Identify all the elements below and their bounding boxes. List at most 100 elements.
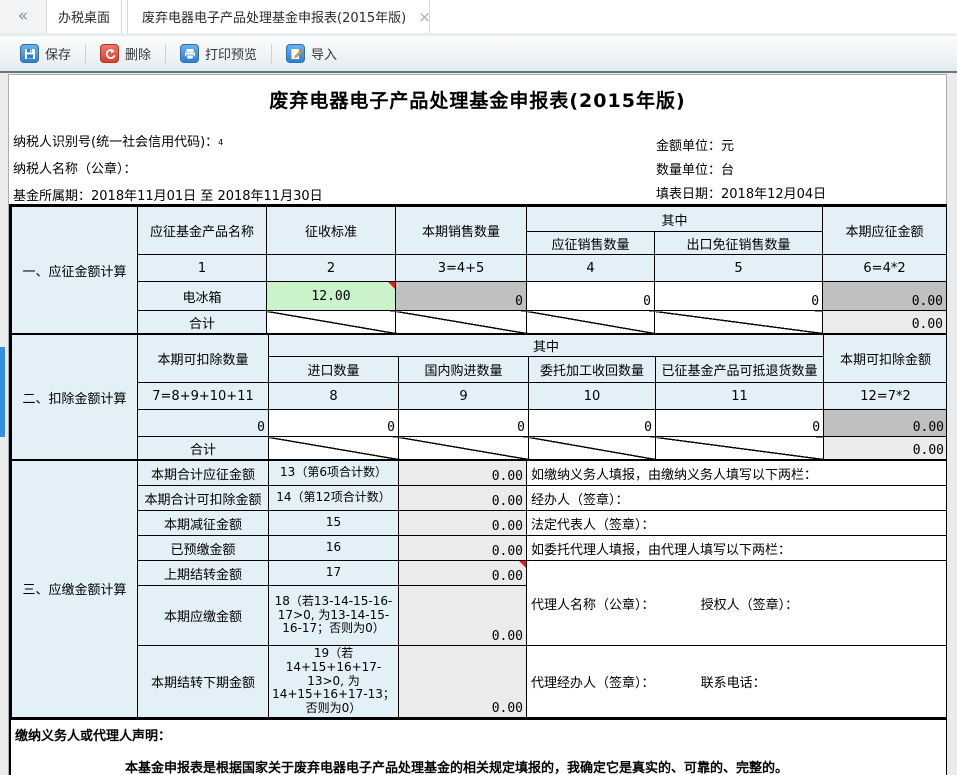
payer-fill-hint: 如缴纳义务人填报，由缴纳义务人填写以下两栏： <box>527 461 947 486</box>
authorizer-signature-label: 授权人（签章）： <box>701 594 799 613</box>
row-value-cell: 0.00 <box>399 461 527 486</box>
col-header-taxable-sales-qty: 应征销售数量 <box>527 232 655 255</box>
blocked-cell <box>656 437 824 460</box>
units-info: 金额单位：元 数量单位：台 填表日期：2018年12月04日 <box>656 135 826 207</box>
commission-recovered-qty-input[interactable]: 0 <box>529 410 656 437</box>
row-label: 本期减征金额 <box>138 511 269 536</box>
row-value-cell: 0.00 <box>399 561 527 586</box>
tab-tax-desktop[interactable]: 办税桌面 <box>46 0 122 33</box>
import-button[interactable]: 导入 <box>278 40 345 67</box>
taxpayer-info: 纳税人识别号(统一社会信用代码)：4 纳税人名称（公章）： 基金所属期：2018… <box>13 129 323 210</box>
row-formula: 16 <box>269 536 399 561</box>
fill-date-label: 填表日期： <box>656 187 721 202</box>
agent-handler-signature-label: 代理经办人（签章）： <box>531 676 655 691</box>
col-header-returned-goods-qty: 已征基金产品可抵退货数量 <box>656 357 824 383</box>
returned-goods-qty-input[interactable]: 0 <box>656 410 824 437</box>
import-qty-input[interactable]: 0 <box>269 410 399 437</box>
taxpayer-id-line: 纳税人识别号(统一社会信用代码)：4 <box>13 129 323 156</box>
col-number: 9 <box>399 383 529 410</box>
col-number: 10 <box>529 383 656 410</box>
row-label: 本期应缴金额 <box>138 586 269 646</box>
col-number: 4 <box>527 255 655 282</box>
quantity-unit-line: 数量单位：台 <box>656 159 826 183</box>
col-number: 6=4*2 <box>823 255 947 282</box>
deductible-amount-cell: 0.00 <box>824 410 948 437</box>
printer-icon <box>180 44 199 63</box>
section3-group-label: 三、应缴金额计算 <box>12 461 138 718</box>
agent-handler-cell: 代理经办人（签章）： 联系电话： <box>527 646 947 718</box>
close-tab-icon[interactable]: × <box>418 8 431 26</box>
col-header-deductible-amount: 本期可扣除金额 <box>824 335 948 383</box>
blocked-cell <box>399 437 529 460</box>
domestic-purchase-qty-input[interactable]: 0 <box>399 410 529 437</box>
row-formula: 18（若13-14-15-16-17>0, 为13-14-15-16-17；否则… <box>269 586 399 646</box>
handler-signature-label: 经办人（签章）： <box>527 486 947 511</box>
col-header-import-qty: 进口数量 <box>269 357 399 383</box>
deductible-qty-cell: 0 <box>138 410 269 437</box>
amount-unit-line: 金额单位：元 <box>656 135 826 159</box>
blocked-cell <box>529 437 656 460</box>
row-label: 本期合计可扣除金额 <box>138 486 269 511</box>
tab-fund-declaration-form[interactable]: 废弃电器电子产品处理基金申报表(2015年版) × <box>127 0 430 33</box>
blocked-cell <box>267 311 396 334</box>
row-value: 0.00 <box>492 569 523 584</box>
col-header-among-which: 其中 <box>527 207 823 232</box>
row-label: 上期结转金额 <box>138 561 269 586</box>
col-header-taxable-amount: 本期应征金额 <box>823 207 947 255</box>
col-number: 3=4+5 <box>396 255 527 282</box>
collapse-tabs-button[interactable]: « <box>0 0 46 33</box>
section1-taxable-amount: 一、应征金额计算 应征基金产品名称 征收标准 本期销售数量 其中 本期应征金额 … <box>11 206 947 334</box>
save-button[interactable]: 保存 <box>12 40 79 67</box>
col-header-commission-recovered-qty: 委托加工收回数量 <box>529 357 656 383</box>
total-deductible-amount-cell: 0.00 <box>824 437 948 460</box>
taxpayer-id-value: 4 <box>218 138 223 147</box>
taxpayer-name-line: 纳税人名称（公章）： <box>13 156 323 183</box>
fund-period-label: 基金所属期： <box>13 189 91 204</box>
declaration-heading: 缴纳义务人或代理人声明： <box>15 725 942 744</box>
blocked-cell <box>527 311 655 334</box>
row-formula: 19（若14+15+16+17-13>0, 为14+15+16+17-13；否则… <box>269 646 399 718</box>
section1-group-label: 一、应征金额计算 <box>12 207 138 334</box>
agent-name-label: 代理人名称（公章）： <box>531 598 655 613</box>
left-scroll-indicator[interactable] <box>0 347 5 437</box>
col-header-among-which: 其中 <box>269 335 824 357</box>
quantity-unit-label: 数量单位： <box>656 163 721 178</box>
col-number: 12=7*2 <box>824 383 948 410</box>
row-formula: 13（第6项合计数） <box>269 461 399 486</box>
declaration-table: 一、应征金额计算 应征基金产品名称 征收标准 本期销售数量 其中 本期应征金额 … <box>9 204 948 775</box>
legal-representative-signature-label: 法定代表人（签章）： <box>527 511 947 536</box>
taxpayer-name-label: 纳税人名称（公章）： <box>13 162 137 177</box>
delete-button[interactable]: 删除 <box>92 40 159 67</box>
col-number: 8 <box>269 383 399 410</box>
row-formula: 17 <box>269 561 399 586</box>
col-number: 7=8+9+10+11 <box>138 383 269 410</box>
print-preview-button[interactable]: 打印预览 <box>172 40 265 67</box>
amount-unit-value: 元 <box>721 139 734 154</box>
tab-bar: « 办税桌面 废弃电器电子产品处理基金申报表(2015年版) × <box>0 0 957 36</box>
agent-name-cell: 代理人名称（公章）： 授权人（签章）： <box>527 561 947 646</box>
row-value-cell: 0.00 <box>399 511 527 536</box>
col-header-domestic-purchase-qty: 国内购进数量 <box>399 357 529 383</box>
import-pencil-icon <box>286 44 305 63</box>
declaration-statement: 缴纳义务人或代理人声明： 本基金申报表是根据国家关于废弃电器电子产品处理基金的相… <box>11 718 946 775</box>
sales-qty-cell: 0 <box>396 282 527 311</box>
col-number: 2 <box>267 255 396 282</box>
taxable-amount-cell: 0.00 <box>823 282 947 311</box>
levy-standard-input[interactable]: 12.00 <box>267 282 396 311</box>
agent-fill-hint: 如委托代理人填报，由代理人填写以下两栏： <box>527 536 947 561</box>
save-button-label: 保存 <box>45 44 71 63</box>
section3-payable-amount: 三、应缴金额计算 本期合计应征金额 13（第6项合计数） 0.00 如缴纳义务人… <box>11 460 947 718</box>
row-label: 本期结转下期金额 <box>138 646 269 718</box>
save-icon <box>20 44 39 63</box>
col-number: 11 <box>656 383 824 410</box>
export-exempt-qty-input[interactable]: 0 <box>655 282 823 311</box>
col-header-sales-qty: 本期销售数量 <box>396 207 527 255</box>
col-header-export-exempt-qty: 出口免征销售数量 <box>655 232 823 255</box>
total-taxable-amount-cell: 0.00 <box>823 311 947 334</box>
quantity-unit-value: 台 <box>721 163 734 178</box>
taxable-sales-qty-input[interactable]: 0 <box>527 282 655 311</box>
row-label: 本期合计应征金额 <box>138 461 269 486</box>
form-page: 废弃电器电子产品处理基金申报表(2015年版) 纳税人识别号(统一社会信用代码)… <box>8 74 947 775</box>
tab-label: 办税桌面 <box>58 7 110 26</box>
row-value-cell: 0.00 <box>399 536 527 561</box>
